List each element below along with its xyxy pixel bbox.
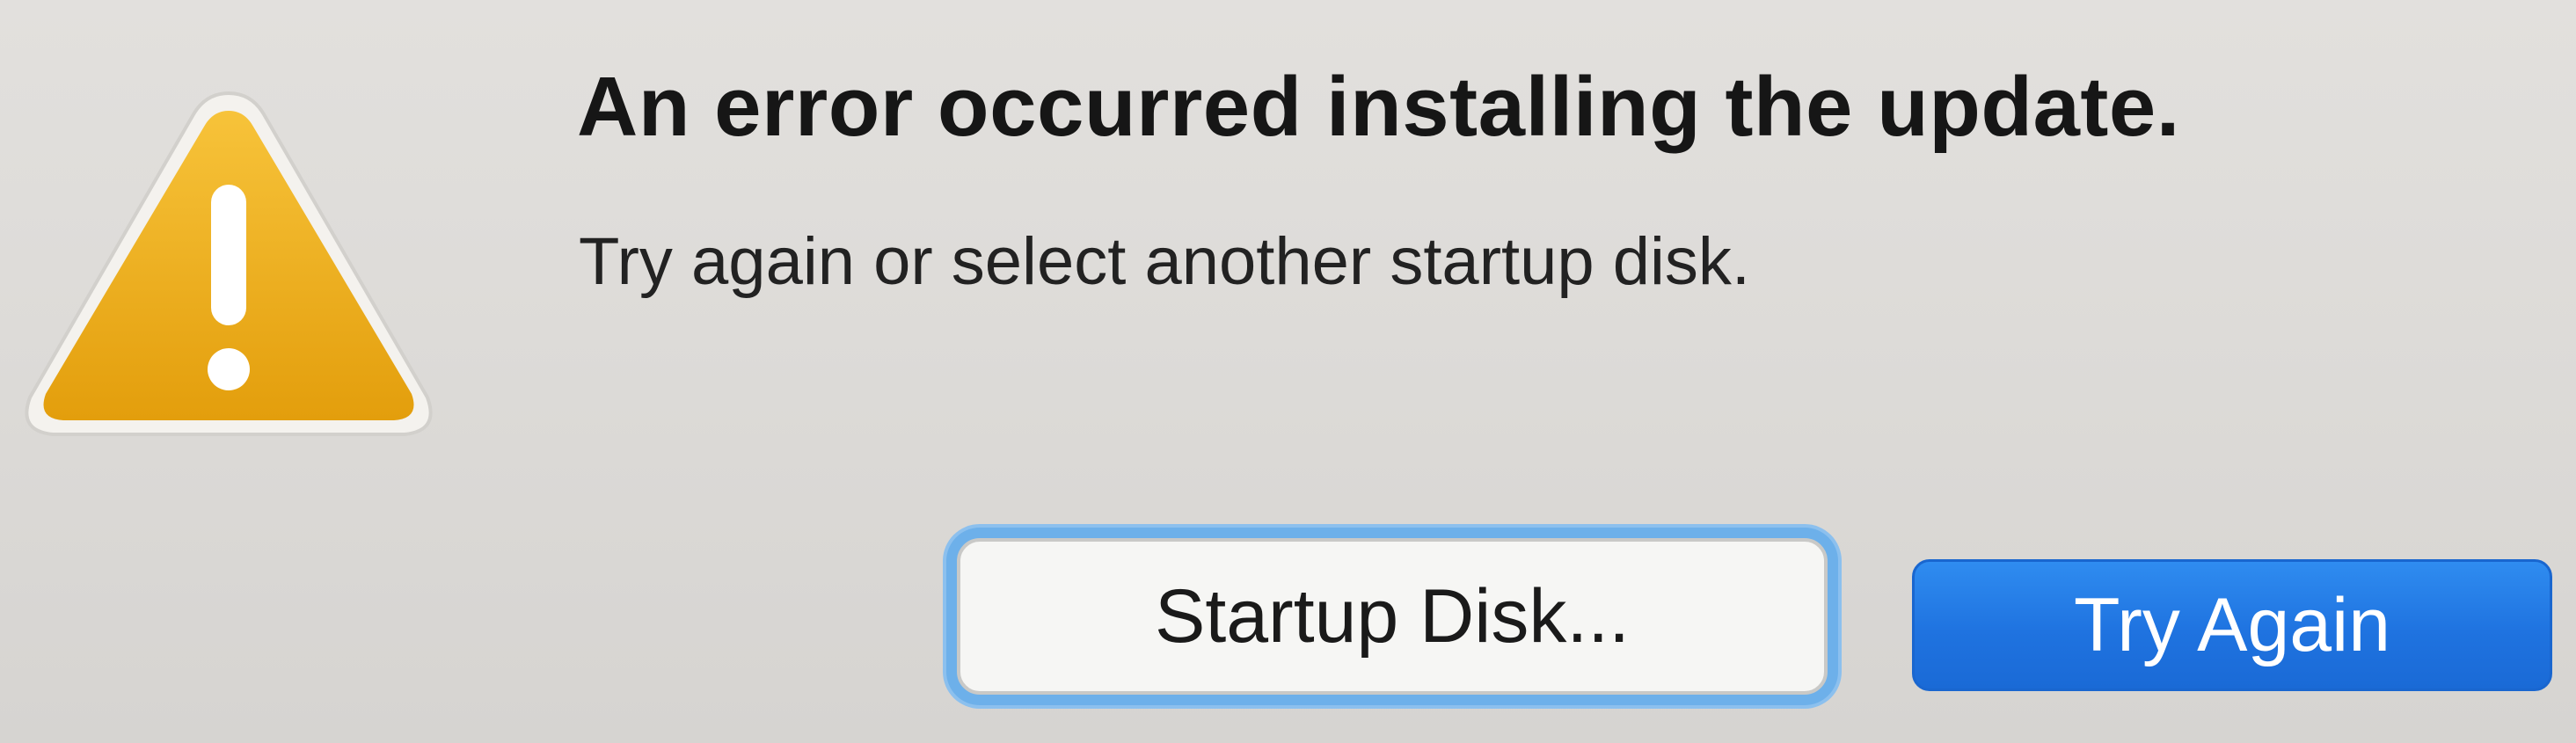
warning-icon (25, 91, 433, 436)
try-again-button[interactable]: Try Again (1912, 559, 2552, 691)
startup-disk-button-label: Startup Disk... (1154, 573, 1631, 659)
dialog-message: Try again or select another startup disk… (579, 224, 1751, 299)
try-again-button-label: Try Again (2073, 582, 2391, 667)
error-dialog: An error occurred installing the update.… (0, 0, 2576, 743)
dialog-title: An error occurred installing the update. (577, 60, 2180, 154)
startup-disk-button[interactable]: Startup Disk... (957, 538, 1828, 695)
